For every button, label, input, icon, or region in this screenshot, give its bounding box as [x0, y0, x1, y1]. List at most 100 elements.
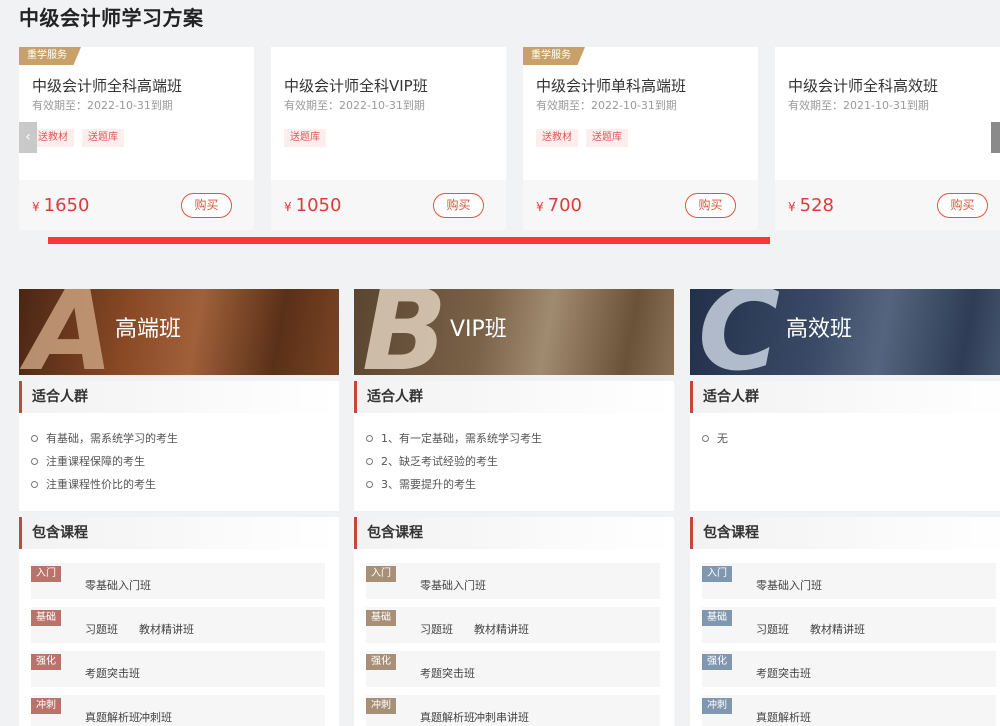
plan-column: C 高效班 适合人群 无 包含课程 入门 零基础入门班 基础 习题班 教材精讲班 强化… — [690, 289, 1000, 726]
product-card[interactable]: 中级会计师全科高效班 有效期至：2021-10-31到期 ¥528 购买 — [775, 47, 1000, 230]
course-link[interactable]: 习题班 — [85, 621, 118, 637]
stage-badge: 冲刺 — [366, 698, 396, 714]
price-value: 528 — [799, 195, 834, 216]
section-heading: 包含课程 — [19, 517, 339, 549]
course-link[interactable]: 零基础入门班 — [756, 577, 822, 593]
product-price: ¥700 — [536, 195, 582, 216]
product-card[interactable]: 重学服务中级会计师全科高端班有效期至：2022-10-31到期送教材 送题库 ¥1… — [19, 47, 254, 230]
buy-button[interactable]: 购买 — [433, 193, 484, 218]
gift-badge: 送题库 — [586, 129, 628, 147]
currency-symbol: ¥ — [788, 200, 796, 214]
stage-badge: 强化 — [366, 654, 396, 670]
course-link[interactable]: 零基础入门班 — [85, 577, 151, 593]
gift-badge: 送教材 — [32, 129, 74, 147]
product-name[interactable]: 中级会计师全科VIP班 — [284, 75, 428, 96]
audience-section: 适合人群 无 — [690, 381, 1000, 511]
course-row: 强化考题突击班 — [366, 651, 660, 687]
plan-title: 高端班 — [115, 317, 182, 342]
audience-text: 1、有一定基础，需系统学习考生 — [381, 432, 542, 445]
price-value: 1050 — [295, 195, 342, 216]
gift-badge: 送题库 — [284, 129, 326, 147]
carousel-progress-fill — [48, 237, 770, 244]
section-heading: 适合人群 — [690, 381, 1000, 413]
course-row: 强化 考题突击班 — [31, 651, 325, 687]
buy-button[interactable]: 购买 — [685, 193, 736, 218]
plan-letter: B — [362, 289, 448, 375]
course-row: 冲刺真题解析班 冲刺班 — [31, 695, 325, 726]
course-link[interactable]: 考题突击班 — [85, 665, 140, 681]
courses-section: 包含课程 入门零基础入门班 基础习题班 教材精讲班 强化考题突击班 冲刺 真题解析班 — [690, 517, 1000, 726]
course-link[interactable]: 真题解析班 — [85, 709, 140, 725]
circle-bullet-icon — [31, 481, 38, 488]
price-value: 700 — [547, 195, 582, 216]
section-heading: 适合人群 — [354, 381, 674, 413]
circle-bullet-icon — [702, 435, 709, 442]
currency-symbol: ¥ — [536, 200, 544, 214]
stage-badge: 基础 — [366, 610, 396, 626]
stage-badge: 入门 — [366, 566, 396, 582]
product-name[interactable]: 中级会计师全科高效班 — [788, 75, 938, 96]
stage-badge: 强化 — [702, 654, 732, 670]
course-link[interactable]: 考题突击班 — [756, 665, 811, 681]
course-link[interactable]: 教材精讲班 — [810, 621, 865, 637]
course-row: 强化考题突击班 — [702, 651, 996, 687]
courses-section: 包含课程 入门 零基础入门班 基础 习题班 教材精讲班 强化 考题突击班 冲刺 真题解析班… — [19, 517, 339, 726]
stage-badge: 基础 — [702, 610, 732, 626]
audience-text: 3、需要提升的考生 — [381, 478, 476, 491]
circle-bullet-icon — [366, 481, 373, 488]
price-value: 1650 — [43, 195, 90, 216]
courses-section: 包含课程 入门零基础入门班 基础习题班 教材精讲班 强化考题突击班 冲刺真题解析班… — [354, 517, 674, 726]
audience-section: 适合人群 有基础，需系统学习的考生 注重课程保障的考生 注重课程性价比的考生 — [19, 381, 339, 511]
audience-text: 有基础，需系统学习的考生 — [46, 432, 178, 445]
product-name[interactable]: 中级会计师单科高端班 — [536, 75, 686, 96]
gift-badge: 送题库 — [82, 129, 124, 147]
course-link[interactable]: 习题班 — [756, 621, 789, 637]
course-row: 冲刺 真题解析班 — [702, 695, 996, 726]
product-card[interactable]: 重学服务 中级会计师单科高端班 有效期至：2022-10-31到期 送教材 送题库 ¥7… — [523, 47, 758, 230]
chevron-right-icon[interactable] — [991, 122, 1000, 153]
list-item: 无 — [702, 427, 1000, 450]
course-link[interactable]: 真题解析班 — [420, 709, 475, 725]
section-heading: 包含课程 — [690, 517, 1000, 549]
list-item: 注重课程保障的考生 — [31, 450, 339, 473]
audience-section: 适合人群 1、有一定基础，需系统学习考生 2、缺乏考试经验的考生 3、需要提升的考生 — [354, 381, 674, 511]
circle-bullet-icon — [31, 435, 38, 442]
product-price: ¥1050 — [284, 195, 341, 216]
course-link[interactable]: 教材精讲班 — [474, 621, 529, 637]
course-link[interactable]: 真题解析班 — [756, 709, 811, 725]
plan-banner: B VIP班 — [354, 289, 674, 375]
course-link[interactable]: 考题突击班 — [420, 665, 475, 681]
plan-column: A 高端班 适合人群 有基础，需系统学习的考生 注重课程保障的考生 注重课程性价比的… — [19, 289, 339, 726]
course-row: 入门零基础入门班 — [31, 563, 325, 599]
course-row: 基础习题班 教材精讲班 — [702, 607, 996, 643]
audience-text: 注重课程保障的考生 — [46, 455, 145, 468]
product-price: ¥528 — [788, 195, 834, 216]
audience-text: 无 — [717, 432, 728, 445]
validity-date: 有效期至：2022-10-31到期 — [32, 99, 173, 112]
stage-badge: 冲刺 — [31, 698, 61, 714]
buy-button[interactable]: 购买 — [937, 193, 988, 218]
chevron-left-icon[interactable]: ‹ — [19, 122, 37, 153]
carousel-progress — [48, 237, 897, 244]
circle-bullet-icon — [31, 458, 38, 465]
plan-banner: A 高端班 — [19, 289, 339, 375]
service-tag: 重学服务 — [19, 47, 81, 65]
product-card[interactable]: 中级会计师全科VIP班 有效期至：2022-10-31到期 送题库 ¥1050 购买 — [271, 47, 506, 230]
currency-symbol: ¥ — [284, 200, 292, 214]
course-link[interactable]: 冲刺串讲班 — [474, 709, 529, 725]
list-item: 3、需要提升的考生 — [366, 473, 674, 496]
stage-badge: 入门 — [31, 566, 61, 582]
course-link[interactable]: 冲刺班 — [139, 709, 172, 725]
plan-title: VIP班 — [450, 317, 507, 342]
audience-text: 2、缺乏考试经验的考生 — [381, 455, 498, 468]
section-heading: 包含课程 — [354, 517, 674, 549]
buy-button[interactable]: 购买 — [181, 193, 232, 218]
course-row: 入门零基础入门班 — [702, 563, 996, 599]
stage-badge: 入门 — [702, 566, 732, 582]
course-link[interactable]: 零基础入门班 — [420, 577, 486, 593]
course-link[interactable]: 教材精讲班 — [139, 621, 194, 637]
audience-text: 注重课程性价比的考生 — [46, 478, 156, 491]
product-name[interactable]: 中级会计师全科高端班 — [32, 75, 182, 96]
course-link[interactable]: 习题班 — [420, 621, 453, 637]
product-price: ¥1650 — [32, 195, 89, 216]
